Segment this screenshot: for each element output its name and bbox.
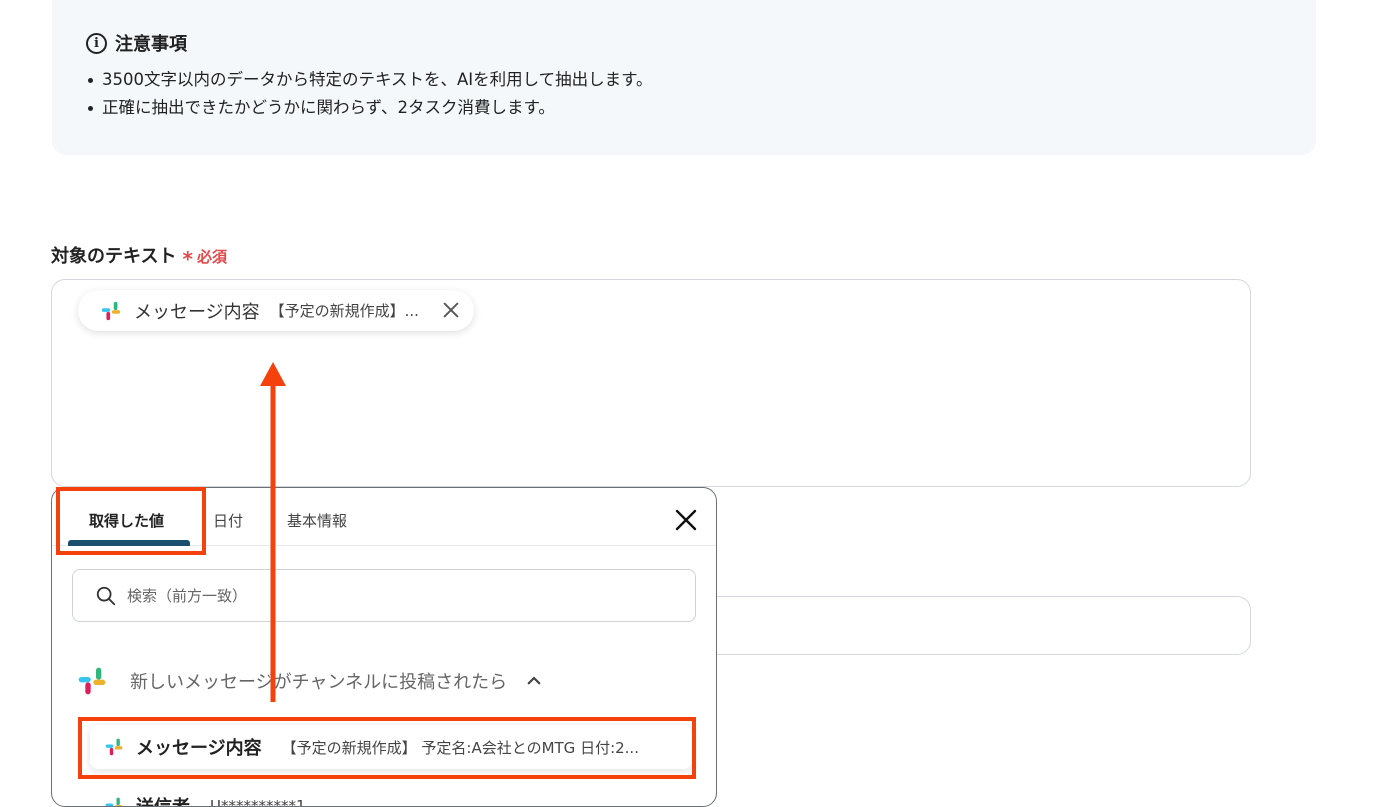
value-item-name: メッセージ内容 [136, 734, 262, 760]
required-text: 必須 [197, 246, 227, 267]
chip-label: メッセージ内容 [134, 298, 260, 324]
notice-list: 3500文字以内のデータから特定のテキストを、AIを利用して抽出します。 正確に… [102, 66, 653, 122]
value-item-sender[interactable]: 送信者 U**********1 [90, 784, 692, 807]
notice-item: 3500文字以内のデータから特定のテキストを、AIを利用して抽出します。 [102, 66, 653, 94]
tab-date[interactable]: 日付 [213, 510, 243, 531]
close-icon[interactable] [674, 508, 698, 532]
required-asterisk-icon: * [182, 247, 192, 271]
notice-box: i 注意事項 3500文字以内のデータから特定のテキストを、AIを利用して抽出し… [52, 0, 1316, 155]
search-input[interactable] [125, 586, 645, 606]
notice-item: 正確に抽出できたかどうかに関わらず、2タスク消費します。 [102, 94, 653, 122]
variable-chip[interactable]: メッセージ内容 【予定の新規作成】... [78, 290, 474, 331]
value-item-preview: U**********1 [210, 797, 306, 807]
value-item-message-content[interactable]: メッセージ内容 【予定の新規作成】 予定名:A会社とのMTG 日付:2... [90, 725, 692, 769]
field-label-text: 対象のテキスト [51, 242, 176, 268]
slack-icon [76, 665, 108, 697]
search-icon [95, 585, 117, 607]
chevron-up-icon[interactable] [525, 672, 543, 690]
required-badge: * 必須 [182, 243, 226, 267]
chip-remove-icon[interactable] [440, 299, 462, 321]
notice-title: 注意事項 [115, 30, 187, 56]
notice-header: i 注意事項 [86, 30, 187, 56]
tab-retrieved-values[interactable]: 取得した値 [89, 510, 164, 531]
slack-icon [100, 300, 122, 322]
search-box [72, 569, 696, 622]
info-icon: i [86, 33, 107, 54]
popover-tabs: 取得した値 日付 基本情報 [52, 488, 716, 546]
chip-preview: 【予定の新規作成】... [270, 300, 419, 321]
field-label: 対象のテキスト * 必須 [51, 242, 227, 268]
slack-icon [104, 737, 124, 757]
group-title: 新しいメッセージがチャンネルに投稿されたら [130, 668, 507, 694]
trigger-group-header[interactable]: 新しいメッセージがチャンネルに投稿されたら [76, 665, 543, 697]
active-tab-indicator [68, 540, 190, 546]
tab-basic-info[interactable]: 基本情報 [287, 510, 347, 531]
value-picker-popover: 取得した値 日付 基本情報 新しいメッセージがチャンネルに投稿されたら [51, 487, 717, 807]
value-item-preview: 【予定の新規作成】 予定名:A会社とのMTG 日付:2... [282, 737, 639, 758]
value-item-name: 送信者 [136, 793, 190, 807]
